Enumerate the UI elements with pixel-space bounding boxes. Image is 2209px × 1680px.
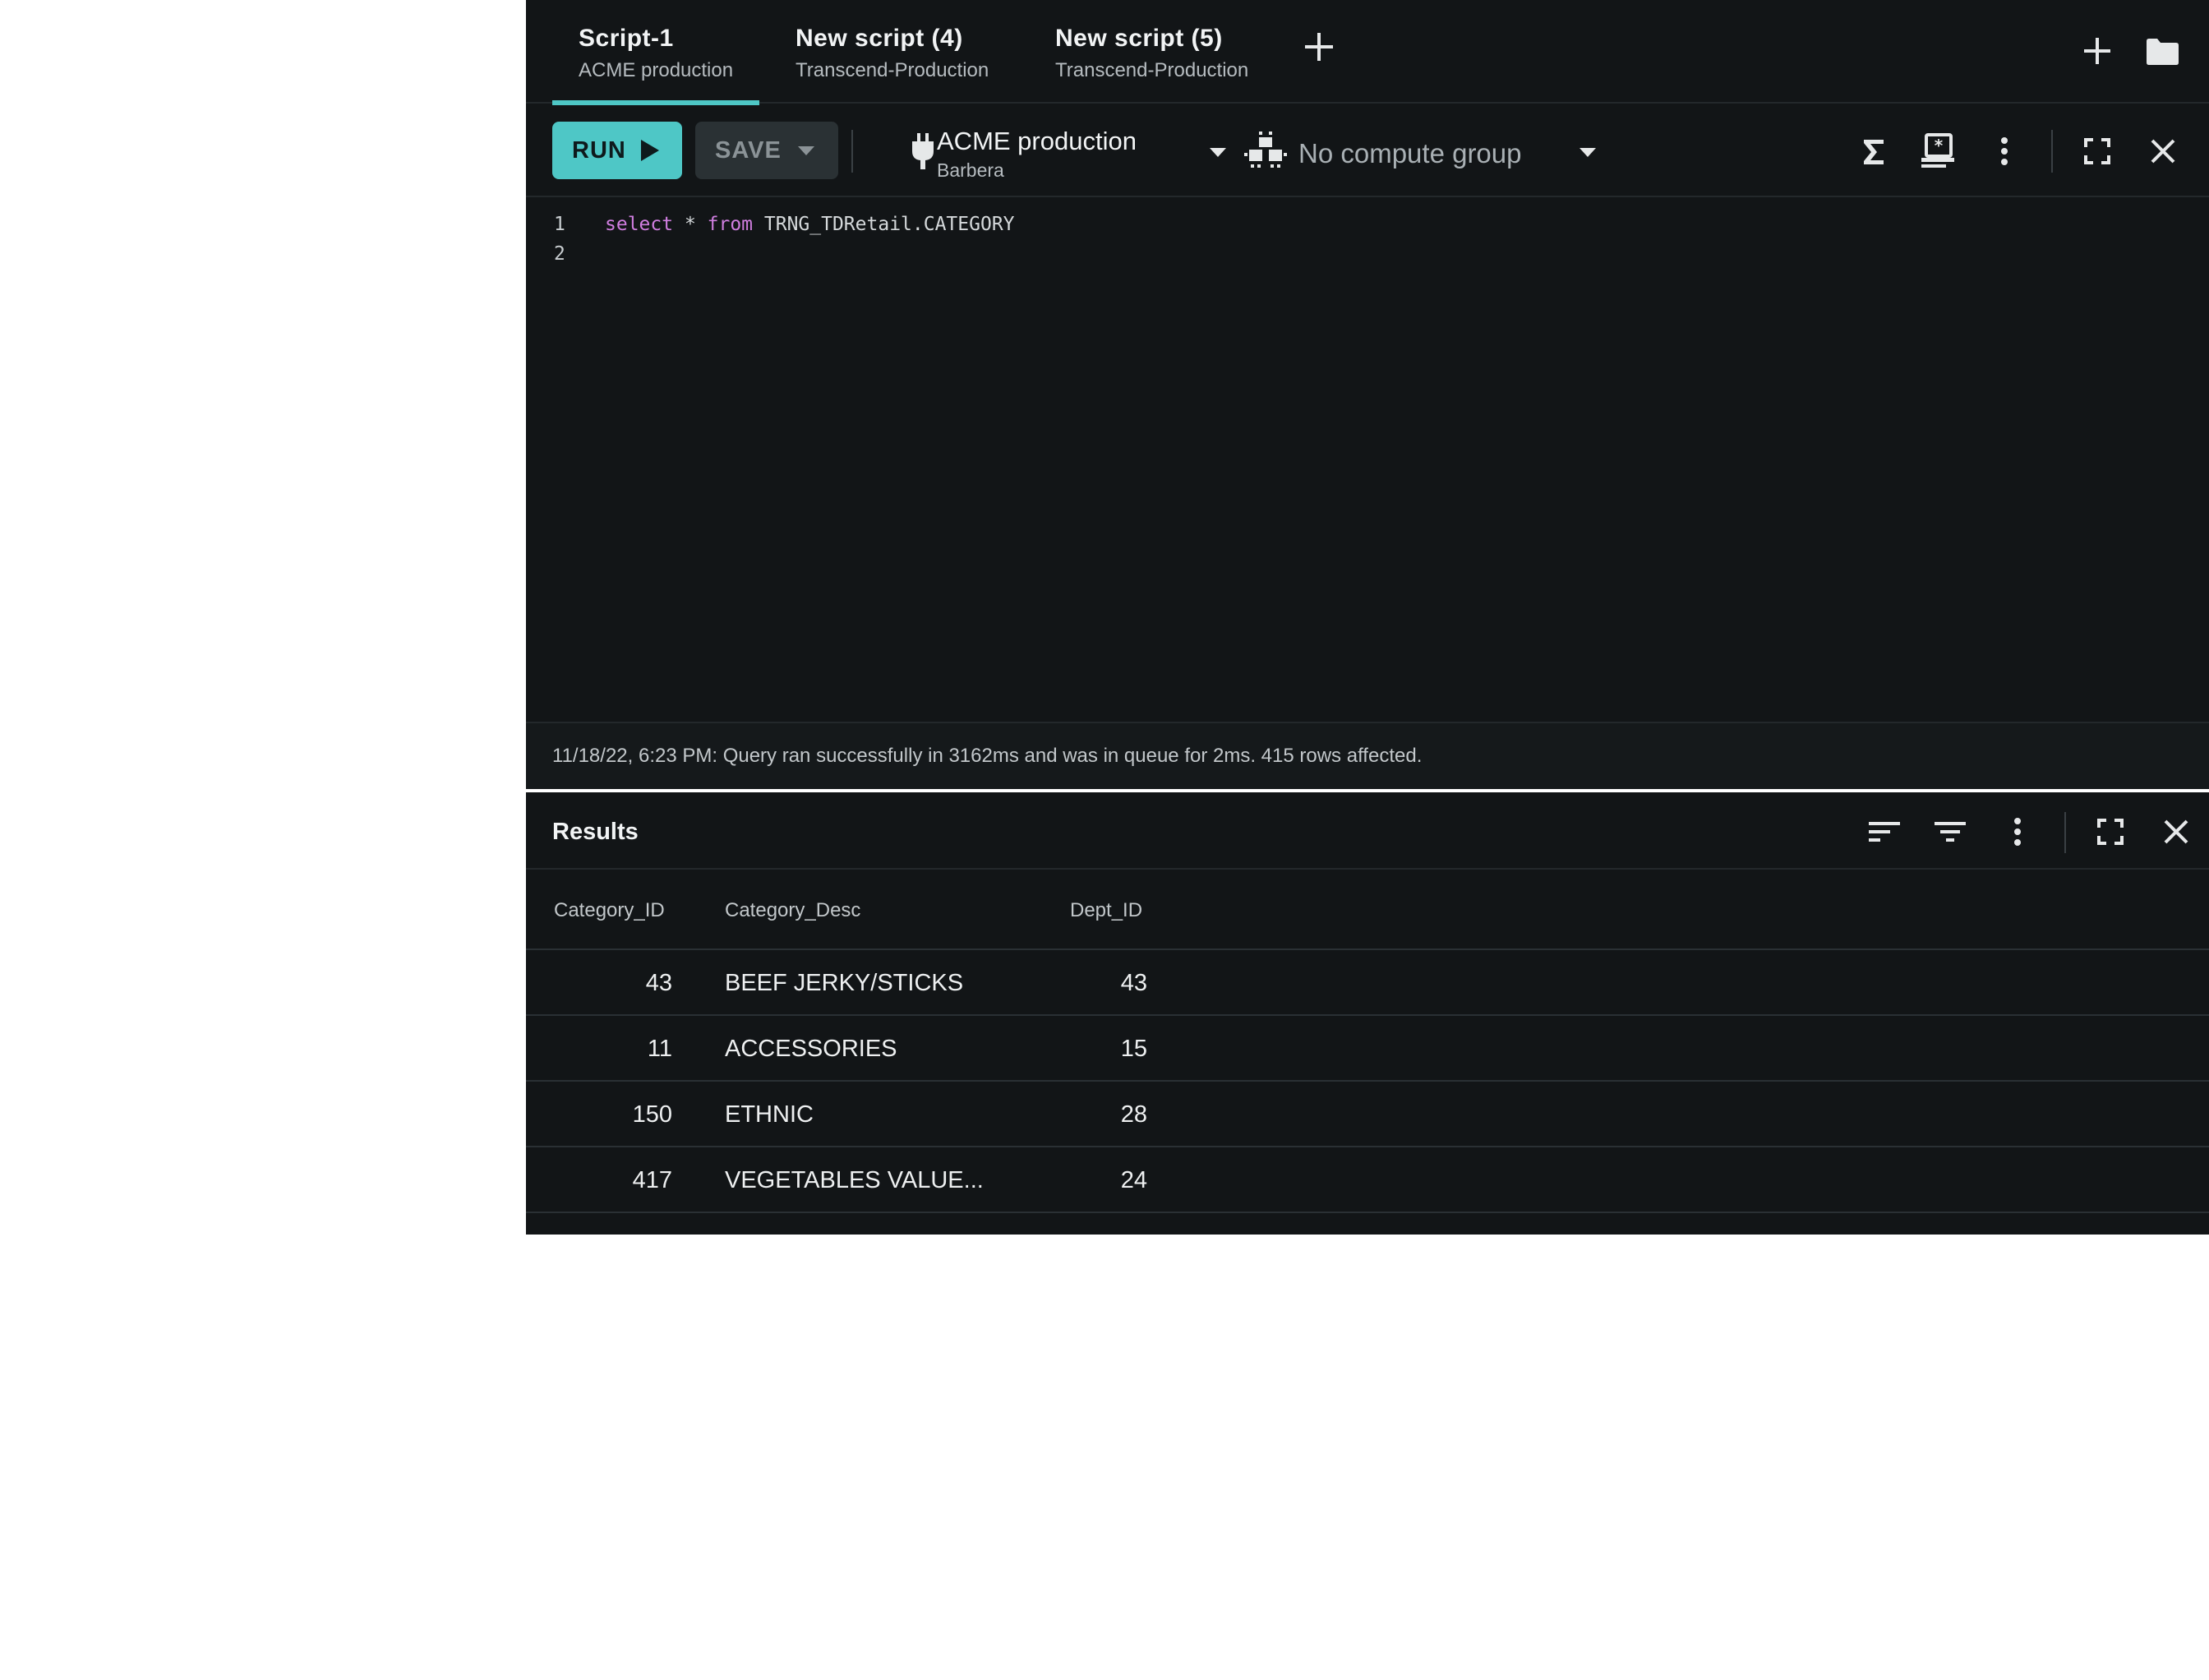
table-row[interactable]: 43 BEEF JERKY/STICKS 43: [526, 950, 2209, 1016]
chevron-down-icon: [798, 146, 814, 155]
plug-icon: [911, 133, 935, 173]
connection-selector[interactable]: ACME production Barbera: [881, 117, 1243, 186]
query-editor-app: Script-1 ACME production New script (4) …: [526, 0, 2209, 1235]
editor-toolbar: RUN SAVE ACME production Barbera No comp…: [526, 105, 2209, 197]
tab-subtitle: Transcend-Production: [1055, 59, 1249, 81]
connection-user: Barbera: [937, 159, 1004, 181]
connection-name: ACME production: [937, 127, 1137, 155]
save-button[interactable]: SAVE: [695, 122, 838, 179]
table-row[interactable]: 150 ETHNIC 28: [526, 1082, 2209, 1147]
tab-new-script-5[interactable]: New script (5) Transcend-Production: [1055, 0, 1248, 104]
table-row[interactable]: 417 VEGETABLES VALUE... 24: [526, 1147, 2209, 1213]
code-line[interactable]: select * from TRNG_TDRetail.CATEGORY: [605, 214, 1015, 235]
cell-dept-id: 24: [1120, 1167, 1147, 1193]
close-icon[interactable]: [2163, 819, 2189, 849]
line-number: 1: [554, 214, 565, 235]
tab-title: New script (5): [1055, 25, 1223, 52]
tab-new-script-4[interactable]: New script (4) Transcend-Production: [796, 0, 989, 104]
sql-keyword: select: [605, 214, 674, 235]
tab-subtitle: Transcend-Production: [796, 59, 989, 81]
fullscreen-icon[interactable]: [2084, 138, 2110, 168]
kebab-menu-icon[interactable]: [2012, 817, 2023, 851]
svg-text:*: *: [1935, 136, 1944, 155]
folder-icon[interactable]: [2145, 38, 2179, 66]
status-message: 11/18/22, 6:23 PM: Query ran successfull…: [552, 745, 1423, 767]
results-table-header: Category_ID Category_Desc Dept_ID: [526, 871, 2209, 950]
divider: [2051, 130, 2053, 173]
column-header-category-desc[interactable]: Category_Desc: [725, 899, 860, 922]
chevron-down-icon: [1210, 148, 1226, 157]
run-label: RUN: [572, 136, 626, 164]
sql-text: *: [673, 214, 708, 235]
sort-icon[interactable]: [1869, 820, 1900, 847]
divider: [2064, 812, 2066, 853]
cell-dept-id: 28: [1120, 1101, 1147, 1128]
sql-text: TRNG_TDRetail.CATEGORY: [753, 214, 1015, 235]
sql-keyword: from: [707, 214, 754, 235]
column-header-dept-id[interactable]: Dept_ID: [1070, 899, 1142, 922]
close-icon[interactable]: [2150, 138, 2176, 168]
cell-dept-id: 43: [1120, 970, 1147, 996]
results-header: Results: [526, 792, 2209, 870]
sigma-icon[interactable]: [1862, 138, 1885, 170]
compute-cluster-icon: [1244, 130, 1287, 177]
play-icon: [641, 140, 659, 161]
run-button[interactable]: RUN: [552, 122, 682, 179]
chevron-down-icon: [1580, 148, 1596, 157]
cell-dept-id: 15: [1120, 1036, 1147, 1062]
column-header-category-id[interactable]: Category_ID: [554, 899, 665, 922]
results-title: Results: [552, 819, 639, 845]
table-row[interactable]: 11 ACCESSORIES 15: [526, 1016, 2209, 1082]
compute-group-selector[interactable]: No compute group: [1234, 117, 1612, 186]
save-label: SAVE: [715, 136, 782, 164]
new-script-plus-icon[interactable]: [2084, 38, 2110, 64]
add-tab-icon[interactable]: [1305, 33, 1333, 61]
tab-script-1[interactable]: Script-1 ACME production: [551, 0, 760, 105]
divider: [851, 130, 853, 173]
fullscreen-icon[interactable]: [2097, 819, 2124, 849]
explain-icon[interactable]: *: [1920, 133, 1958, 173]
line-number: 2: [554, 243, 565, 265]
kebab-menu-icon[interactable]: [1999, 136, 2010, 170]
tab-subtitle: ACME production: [579, 59, 734, 81]
tab-title: New script (4): [796, 25, 963, 52]
tab-title: Script-1: [579, 25, 674, 52]
compute-group-label: No compute group: [1298, 138, 1522, 168]
script-tab-bar: Script-1 ACME production New script (4) …: [526, 0, 2209, 105]
query-status-bar: 11/18/22, 6:23 PM: Query ran successfull…: [526, 722, 2209, 789]
sql-editor[interactable]: 1 select * from TRNG_TDRetail.CATEGORY 2: [526, 199, 2209, 722]
filter-icon[interactable]: [1935, 820, 1966, 847]
